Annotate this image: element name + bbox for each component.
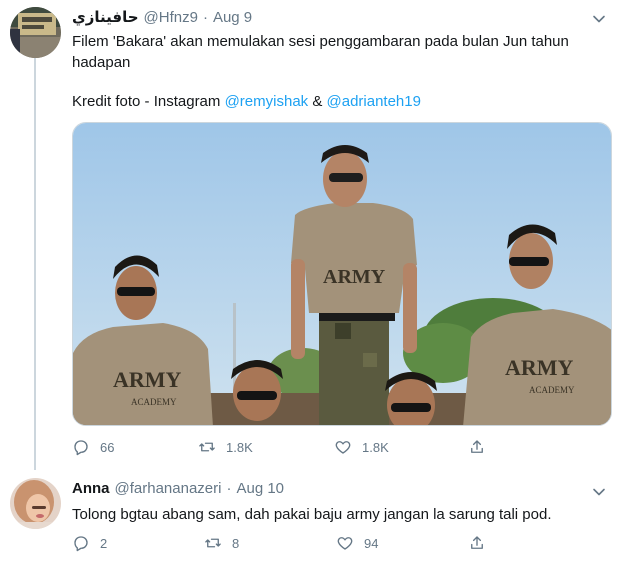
caret-down-icon[interactable] xyxy=(592,485,606,499)
share-icon xyxy=(471,440,483,453)
tweet[interactable]: Anna @farhananazeri · Aug 10 Tolong bgta… xyxy=(0,466,620,561)
separator-dot: · xyxy=(226,480,232,497)
reply-icon xyxy=(74,440,88,456)
photo-credit: Kredit foto - Instagram @remyishak & @ad… xyxy=(72,91,602,112)
tweet-header: حافينازي @Hfnz9 · Aug 9 xyxy=(72,8,252,26)
avatar[interactable] xyxy=(10,7,61,58)
credit-prefix: Kredit foto - Instagram xyxy=(72,93,225,110)
user-handle[interactable]: @farhananazeri xyxy=(115,480,222,497)
tweet-header: Anna @farhananazeri · Aug 10 xyxy=(72,480,284,497)
share-icon xyxy=(471,536,483,549)
like-icon xyxy=(337,537,353,550)
shirt-print-sub: ACADEMY xyxy=(529,385,575,395)
like-button[interactable]: 1.8K xyxy=(334,435,389,459)
user-handle[interactable]: @Hfnz9 xyxy=(144,9,198,26)
retweet-button[interactable]: 8 xyxy=(204,531,239,555)
shirt-print: ARMY xyxy=(113,367,182,392)
retweet-icon xyxy=(205,538,221,548)
credit-joiner: & xyxy=(308,93,327,110)
retweet-button[interactable]: 1.8K xyxy=(198,435,253,459)
retweet-icon xyxy=(199,442,215,452)
reply-count: 66 xyxy=(100,439,115,455)
share-button[interactable] xyxy=(468,531,486,555)
tweet-date[interactable]: Aug 9 xyxy=(213,9,252,26)
avatar[interactable] xyxy=(10,478,61,529)
like-button[interactable]: 94 xyxy=(336,531,378,555)
mention-link[interactable]: @adrianteh19 xyxy=(327,93,421,110)
reply-icon xyxy=(74,536,88,552)
shirt-print-sub: ACADEMY xyxy=(131,397,177,407)
tweet[interactable]: حافينازي @Hfnz9 · Aug 9 Filem 'Bakara' a… xyxy=(0,0,620,470)
separator-dot: · xyxy=(202,9,208,26)
reply-button[interactable]: 66 xyxy=(72,435,114,459)
tweet-date[interactable]: Aug 10 xyxy=(236,480,284,497)
tweet-actions: 2 8 94 xyxy=(72,531,492,555)
thread-line xyxy=(34,58,36,470)
mention-link[interactable]: @remyishak xyxy=(225,93,309,110)
retweet-count: 8 xyxy=(232,535,240,551)
shirt-print: ARMY xyxy=(505,355,574,380)
caret-down-icon[interactable] xyxy=(592,12,606,26)
like-icon xyxy=(335,441,351,454)
tweet-actions: 66 1.8K 1.8K xyxy=(72,435,492,459)
retweet-count: 1.8K xyxy=(226,439,253,455)
tweet-photo[interactable]: ARMY ARMY ACADEMY ARMY ACADEMY xyxy=(72,122,612,426)
share-button[interactable] xyxy=(468,435,486,459)
display-name[interactable]: Anna xyxy=(72,480,110,497)
tweet-text: Filem 'Bakara' akan memulakan sesi pengg… xyxy=(72,33,569,71)
like-count: 1.8K xyxy=(362,439,389,455)
shirt-print: ARMY xyxy=(323,266,386,288)
like-count: 94 xyxy=(364,535,379,551)
reply-count: 2 xyxy=(100,535,108,551)
display-name[interactable]: حافينازي xyxy=(72,8,139,26)
tweet-text: Tolong bgtau abang sam, dah pakai baju a… xyxy=(72,506,552,523)
reply-button[interactable]: 2 xyxy=(72,531,107,555)
